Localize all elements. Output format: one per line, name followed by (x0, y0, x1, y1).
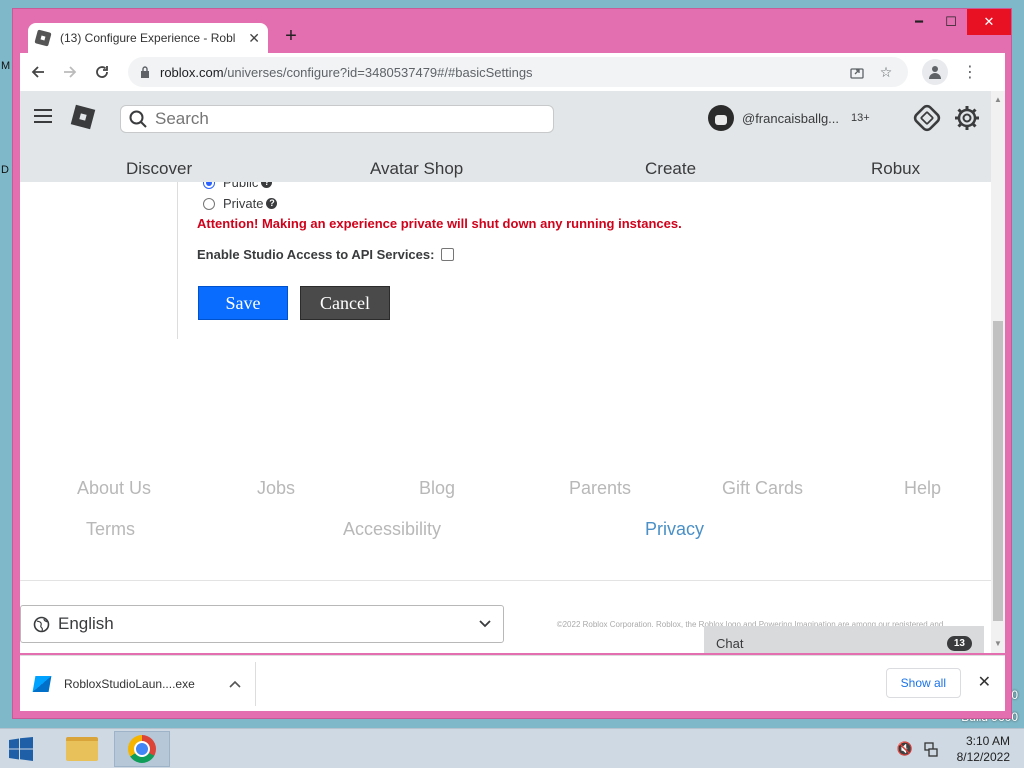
chrome-icon (128, 735, 156, 763)
search-input[interactable] (155, 109, 535, 129)
desktop-fragment: M (1, 60, 11, 72)
bookmark-star-icon[interactable]: ☆ (876, 62, 896, 82)
roblox-header: @francaisballg... 13+ Discover Avatar Sh… (20, 91, 991, 182)
folder-icon (66, 737, 98, 761)
footer-link-gift-cards[interactable]: Gift Cards (722, 478, 803, 499)
scroll-up-icon[interactable]: ▲ (991, 93, 1005, 107)
language-select[interactable]: English (20, 605, 504, 643)
url-path: /universes/configure?id=3480537479#/#bas… (223, 64, 533, 80)
studio-access-option: Enable Studio Access to API Services: (197, 247, 455, 262)
clock-time: 3:10 AM (965, 734, 1010, 748)
download-shelf: RobloxStudioLaun....exe Show all ✕ (20, 655, 1005, 711)
more-menu-icon[interactable]: ⋮ (962, 62, 978, 82)
globe-icon (33, 616, 50, 632)
download-filename: RobloxStudioLaun....exe (64, 676, 195, 691)
windows-taskbar: 🔇 3:10 AM 8/12/2022 (0, 728, 1024, 768)
roblox-main-nav: Discover Avatar Shop Create Robux (20, 151, 991, 182)
nav-create[interactable]: Create (645, 159, 696, 179)
page-scrollbar[interactable]: ▲ ▼ (991, 91, 1005, 653)
chat-label: Chat (716, 635, 744, 651)
footer-divider (20, 580, 991, 581)
browser-tab[interactable]: (13) Configure Experience - Robl ✕ (28, 23, 268, 53)
hamburger-menu-icon[interactable] (34, 109, 52, 123)
footer-link-parents[interactable]: Parents (569, 478, 631, 499)
desktop-fragment: 0 (1011, 688, 1018, 702)
roblox-logo-icon[interactable] (70, 104, 96, 130)
search-icon (129, 110, 147, 128)
file-explorer-taskbar-button[interactable] (54, 731, 110, 767)
gear-icon[interactable] (953, 104, 981, 132)
scroll-thumb[interactable] (993, 321, 1003, 621)
system-tray: 🔇 3:10 AM 8/12/2022 (897, 733, 1010, 765)
private-radio-option[interactable]: Private ? (203, 196, 278, 211)
chevron-down-icon (479, 620, 491, 628)
forward-button[interactable] (56, 58, 84, 86)
nav-avatar-shop[interactable]: Avatar Shop (370, 159, 463, 179)
person-icon (929, 66, 941, 79)
window-controls: ━ ☐ ✕ (903, 9, 1011, 39)
user-profile-link[interactable]: @francaisballg... 13+ (708, 105, 870, 131)
browser-window: ━ ☐ ✕ (13) Configure Experience - Robl ✕… (12, 8, 1012, 719)
search-box[interactable] (120, 105, 554, 133)
back-arrow-icon (31, 66, 44, 78)
page-viewport: @francaisballg... 13+ Discover Avatar Sh… (20, 91, 1005, 653)
profile-button[interactable] (922, 59, 948, 85)
new-tab-button[interactable]: + (279, 25, 303, 49)
close-shelf-icon[interactable]: ✕ (978, 672, 991, 692)
chat-bar[interactable]: Chat 13 (704, 626, 984, 653)
private-radio[interactable] (203, 197, 215, 210)
reload-icon (96, 66, 108, 78)
show-all-button[interactable]: Show all (885, 668, 961, 698)
clock-date: 8/12/2022 (956, 750, 1010, 764)
chevron-up-icon[interactable] (229, 680, 241, 688)
clock[interactable]: 3:10 AM 8/12/2022 (957, 733, 1010, 765)
scroll-down-icon[interactable]: ▼ (991, 637, 1005, 651)
maximize-button[interactable]: ☐ (935, 9, 967, 35)
footer-link-terms[interactable]: Terms (86, 519, 135, 540)
nav-discover[interactable]: Discover (126, 159, 192, 179)
network-icon[interactable] (923, 741, 939, 757)
windows-start-icon[interactable] (8, 737, 34, 761)
language-label: English (58, 614, 114, 633)
minimize-button[interactable]: ━ (903, 9, 935, 35)
roblox-studio-icon (32, 675, 52, 692)
cancel-button[interactable]: Cancel (300, 286, 390, 320)
footer-link-jobs[interactable]: Jobs (257, 478, 295, 499)
url-host: roblox.com (160, 64, 224, 80)
footer-link-privacy[interactable]: Privacy (645, 519, 704, 540)
tab-title: (13) Configure Experience - Robl (60, 31, 236, 45)
sidebar-divider (177, 182, 178, 339)
browser-toolbar: roblox.com /universes/configure?id=34805… (20, 53, 1005, 91)
nav-robux[interactable]: Robux (871, 159, 920, 179)
forward-arrow-icon (64, 66, 77, 78)
tab-close-icon[interactable]: ✕ (248, 30, 260, 47)
help-icon[interactable]: ? (266, 198, 278, 209)
speaker-muted-icon[interactable]: 🔇 (897, 741, 913, 757)
footer-link-accessibility[interactable]: Accessibility (343, 519, 441, 540)
chrome-taskbar-button[interactable] (114, 731, 170, 767)
close-window-button[interactable]: ✕ (967, 9, 1011, 35)
desktop-fragment: D (1, 164, 9, 176)
download-item[interactable]: RobloxStudioLaun....exe (20, 661, 256, 706)
footer-link-about-us[interactable]: About Us (77, 478, 151, 499)
footer-link-blog[interactable]: Blog (419, 478, 455, 499)
studio-access-label: Enable Studio Access to API Services: (197, 247, 435, 262)
footer-link-help[interactable]: Help (904, 478, 941, 499)
lock-icon (141, 66, 149, 78)
save-button[interactable]: Save (198, 286, 288, 320)
robux-icon[interactable] (911, 102, 943, 134)
back-button[interactable] (24, 58, 52, 86)
address-bar[interactable]: roblox.com /universes/configure?id=34805… (128, 57, 908, 87)
basic-settings-content: Public ? Private ? Attention! Making an … (20, 182, 991, 653)
studio-access-checkbox[interactable] (441, 248, 455, 261)
avatar (708, 105, 734, 131)
private-label: Private (223, 196, 264, 211)
roblox-favicon-icon (34, 29, 52, 47)
reload-button[interactable] (88, 58, 116, 86)
age-badge: 13+ (851, 112, 870, 124)
share-icon[interactable] (850, 65, 864, 79)
privacy-warning: Attention! Making an experience private … (197, 216, 682, 231)
username: @francaisballg... (742, 110, 840, 126)
chat-count-badge: 13 (946, 635, 972, 651)
